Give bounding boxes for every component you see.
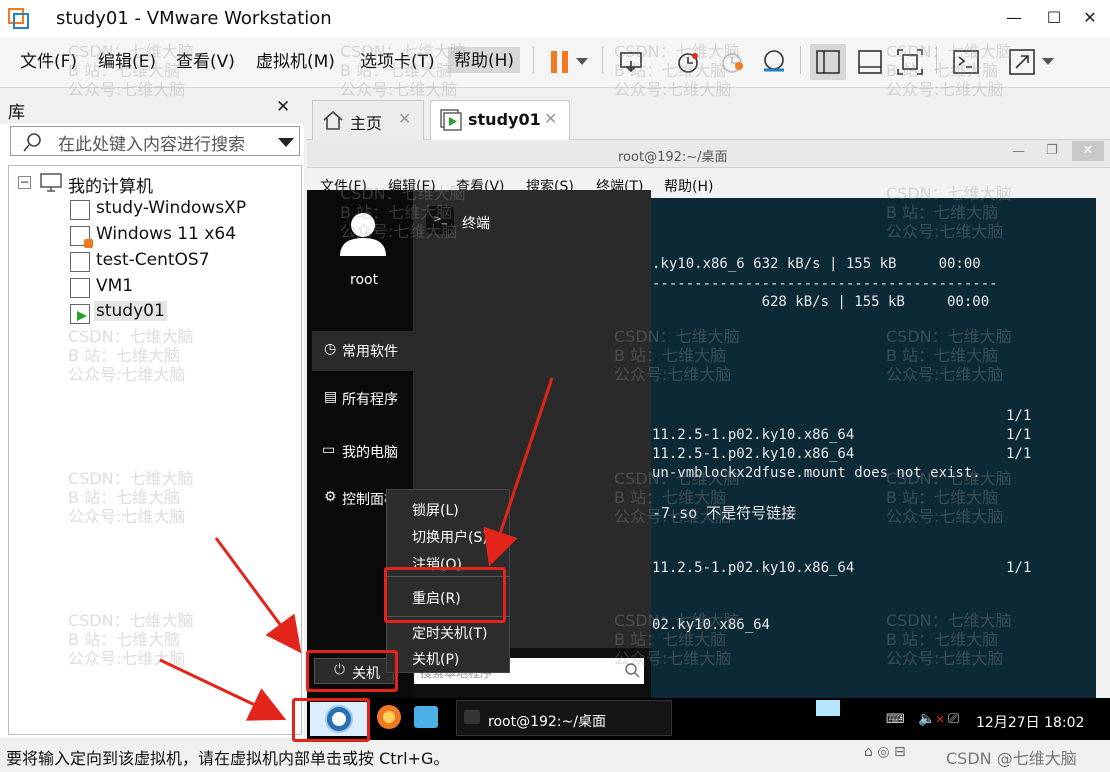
annotation-arrows [159, 377, 554, 721]
